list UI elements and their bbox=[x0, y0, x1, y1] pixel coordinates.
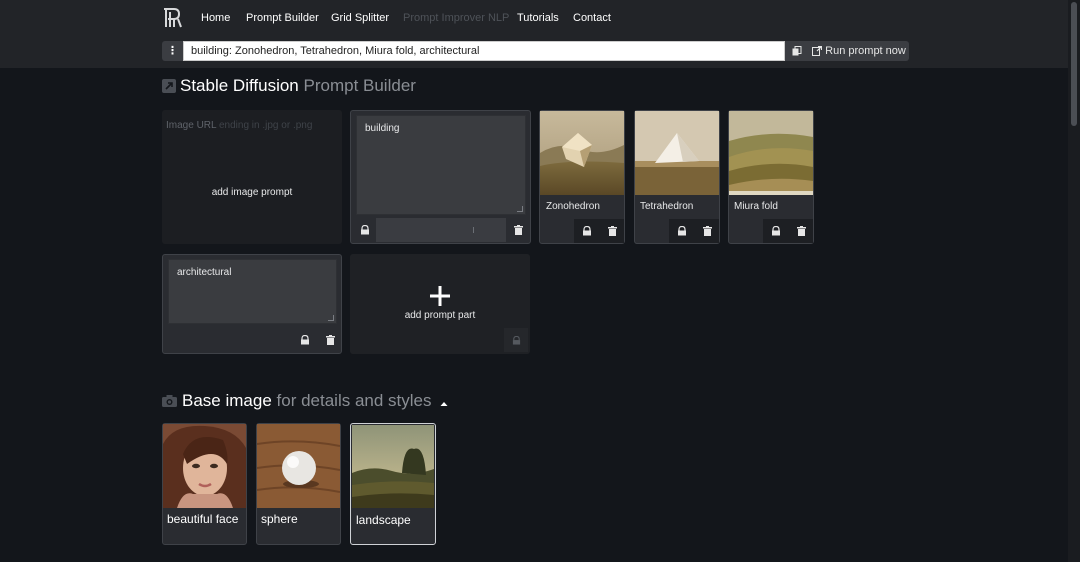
lock-icon bbox=[678, 226, 686, 236]
weight-slider[interactable] bbox=[376, 218, 506, 242]
prompt-part-card: building bbox=[350, 110, 531, 244]
resize-grip-icon[interactable] bbox=[517, 206, 523, 212]
zonohedron-thumbnail bbox=[540, 111, 624, 195]
add-prompt-part-button[interactable]: add prompt part bbox=[350, 254, 530, 354]
miura-fold-thumbnail bbox=[729, 111, 813, 195]
base-image-card-selected[interactable]: landscape bbox=[350, 423, 436, 545]
prompt-part-textarea[interactable]: architectural bbox=[168, 259, 337, 324]
base-image-card[interactable]: beautiful face bbox=[162, 423, 247, 545]
delete-button[interactable] bbox=[600, 219, 624, 243]
scrollbar[interactable] bbox=[1068, 0, 1080, 562]
add-image-prompt-label: add image prompt bbox=[211, 186, 293, 198]
image-url-label: Image URL bbox=[166, 120, 217, 131]
lock-button bbox=[504, 328, 528, 352]
style-label: Miura fold bbox=[734, 201, 778, 212]
prompt-menu-button[interactable]: ⋮ bbox=[162, 41, 183, 61]
vertical-ellipsis-icon: ⋮ bbox=[167, 45, 178, 57]
style-card[interactable]: Miura fold bbox=[728, 110, 814, 244]
trash-icon bbox=[607, 226, 617, 236]
trash-icon bbox=[513, 225, 523, 235]
landscape-thumbnail bbox=[352, 425, 434, 508]
copy-icon bbox=[792, 46, 802, 56]
prompt-input[interactable] bbox=[183, 41, 785, 61]
scrollbar-thumb[interactable] bbox=[1071, 2, 1077, 126]
base-image-title[interactable]: Base image for details and styles bbox=[182, 391, 448, 412]
lock-icon bbox=[361, 225, 369, 235]
style-card[interactable]: Zonohedron bbox=[539, 110, 625, 244]
nav-tutorials[interactable]: Tutorials bbox=[517, 12, 559, 24]
lock-button[interactable] bbox=[670, 219, 694, 243]
resize-grip-icon[interactable] bbox=[328, 315, 334, 321]
lock-icon bbox=[772, 226, 780, 236]
nav-contact[interactable]: Contact bbox=[573, 12, 611, 24]
run-prompt-button[interactable]: Run prompt now bbox=[809, 41, 909, 61]
delete-button[interactable] bbox=[789, 219, 813, 243]
camera-icon bbox=[162, 394, 177, 408]
nav-prompt-improver[interactable]: Prompt Improver NLP bbox=[403, 12, 509, 24]
nav-home[interactable]: Home bbox=[201, 12, 230, 24]
base-image-title-main: Base image bbox=[182, 391, 272, 410]
prompt-part-card: architectural bbox=[162, 254, 342, 354]
trash-icon bbox=[325, 335, 335, 345]
style-label: Tetrahedron bbox=[640, 201, 694, 212]
base-image-card[interactable]: sphere bbox=[256, 423, 341, 545]
caret-up-icon[interactable] bbox=[440, 392, 448, 412]
sphere-thumbnail bbox=[257, 424, 340, 508]
nav-grid-splitter[interactable]: Grid Splitter bbox=[331, 12, 389, 24]
delete-button[interactable] bbox=[318, 328, 342, 352]
base-image-title-sub: for details and styles bbox=[276, 391, 432, 410]
external-link-icon bbox=[162, 79, 176, 93]
top-bar: Home Prompt Builder Grid Splitter Prompt… bbox=[0, 0, 1068, 68]
run-prompt-label: Run prompt now bbox=[825, 45, 906, 57]
style-label: Zonohedron bbox=[546, 201, 600, 212]
page-title-main: Stable Diffusion bbox=[180, 76, 299, 95]
plus-icon bbox=[430, 286, 450, 306]
base-image-label: beautiful face bbox=[167, 512, 239, 526]
lock-button[interactable] bbox=[575, 219, 599, 243]
image-prompt-card: Image URL ending in .jpg or .png add ima… bbox=[162, 110, 342, 244]
nav-prompt-builder[interactable]: Prompt Builder bbox=[246, 12, 319, 24]
prompt-part-text: architectural bbox=[177, 267, 232, 278]
delete-button[interactable] bbox=[695, 219, 719, 243]
lock-icon bbox=[512, 335, 520, 345]
base-image-label: landscape bbox=[356, 513, 411, 527]
lock-button[interactable] bbox=[293, 328, 317, 352]
logo-icon[interactable] bbox=[162, 7, 184, 29]
prompt-part-text: building bbox=[365, 123, 400, 134]
copy-button[interactable] bbox=[785, 41, 809, 61]
trash-icon bbox=[796, 226, 806, 236]
page-title-sub: Prompt Builder bbox=[303, 76, 416, 95]
lock-icon bbox=[301, 335, 309, 345]
tetrahedron-thumbnail bbox=[635, 111, 719, 195]
prompt-part-textarea[interactable]: building bbox=[356, 115, 526, 215]
image-url-field[interactable]: Image URL ending in .jpg or .png bbox=[166, 120, 312, 131]
lock-button[interactable] bbox=[353, 218, 377, 242]
beautiful-face-thumbnail bbox=[163, 424, 246, 508]
page-title: Stable Diffusion Prompt Builder bbox=[180, 76, 416, 96]
trash-icon bbox=[702, 226, 712, 236]
slider-handle[interactable] bbox=[473, 227, 474, 233]
add-prompt-part-label: add prompt part bbox=[404, 310, 476, 321]
image-url-placeholder: ending in .jpg or .png bbox=[219, 120, 313, 131]
lock-button[interactable] bbox=[764, 219, 788, 243]
delete-button[interactable] bbox=[506, 218, 530, 242]
add-image-prompt-button[interactable]: add image prompt bbox=[162, 140, 342, 244]
base-image-label: sphere bbox=[261, 512, 298, 526]
style-card[interactable]: Tetrahedron bbox=[634, 110, 720, 244]
external-link-icon bbox=[812, 46, 823, 56]
lock-icon bbox=[583, 226, 591, 236]
